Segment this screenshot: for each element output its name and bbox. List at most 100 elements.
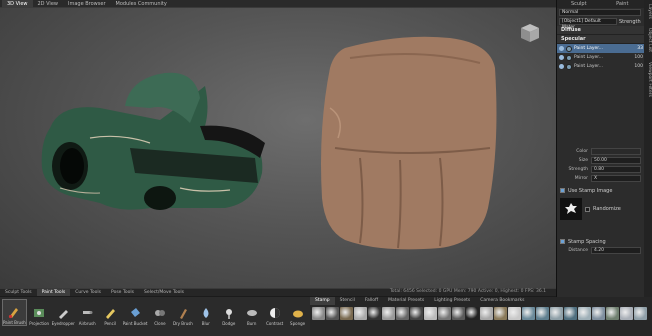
tool-sponge[interactable]: Sponge [287,299,308,326]
tab-select-move-tools[interactable]: Select/Move Tools [139,289,189,296]
stamp-tray: Stamp Stencil Falloff Material Presets Light… [310,297,652,336]
tab-curve-tools[interactable]: Curve Tools [70,289,106,296]
stamp-thumbnail[interactable] [564,307,577,320]
stamp-thumbnail[interactable] [634,307,647,320]
stamp-thumbnail[interactable] [606,307,619,320]
viewport-scene[interactable] [0,8,556,288]
stamp-thumbnail[interactable] [368,307,381,320]
stamp-thumbnail[interactable] [522,307,535,320]
layer-opacity[interactable]: 33 [634,46,644,51]
tool-paint-brush[interactable]: Paint Brush [2,299,27,326]
tool-contrast[interactable]: Contrast [264,299,285,326]
vtab-layers[interactable]: Layers [644,4,652,19]
vertical-tab-strip: Layers Object List Viewport Filters [644,0,652,336]
stamp-thumbnail[interactable] [396,307,409,320]
tool-eyedropper[interactable]: Eyedropper [52,299,75,326]
stamp-spacing-checkbox[interactable] [560,239,565,244]
stamp-thumbnail[interactable] [438,307,451,320]
stamp-thumbnail[interactable] [550,307,563,320]
layer-row[interactable]: Paint Layer... 100 [557,62,644,71]
tab-pose-tools[interactable]: Pose Tools [106,289,139,296]
tool-projection[interactable]: Projection [29,299,50,326]
tab-paint[interactable]: Paint [601,0,645,8]
stamp-thumbnail[interactable] [410,307,423,320]
use-stamp-checkbox[interactable] [560,188,565,193]
tab-falloff[interactable]: Falloff [360,297,383,305]
stamp-thumbnail[interactable] [592,307,605,320]
stamp-thumbnail[interactable] [494,307,507,320]
tool-pencil[interactable]: Pencil [100,299,121,326]
stamp-thumbnail[interactable] [466,307,479,320]
tool-dry-brush[interactable]: Dry Brush [172,299,193,326]
stamp-thumbnail[interactable] [354,307,367,320]
tool-label: Paint Brush [3,320,26,325]
stamp-thumbnail[interactable] [424,307,437,320]
stamp-thumbnail[interactable] [536,307,549,320]
visibility-icon[interactable] [559,46,564,51]
stamp-thumbnail[interactable] [382,307,395,320]
projection-icon [32,306,46,320]
burn-icon [245,306,259,320]
tool-burn[interactable]: Burn [241,299,262,326]
tool-paint-bucket[interactable]: Paint Bucket [123,299,147,326]
tool-blur[interactable]: Blur [195,299,216,326]
tool-label: Dodge [222,321,236,326]
stamp-thumbnail[interactable] [480,307,493,320]
object-material-field[interactable]: [Object1] Default Mater [559,18,617,30]
distance-field[interactable]: 4.20 [591,247,641,254]
tool-dodge[interactable]: Dodge [218,299,239,326]
stamp-thumbnail[interactable] [578,307,591,320]
pencil-icon [103,306,117,320]
stamp-thumbnail[interactable] [326,307,339,320]
randomize-checkbox[interactable] [585,206,590,212]
airbrush-icon [80,306,94,320]
tab-stencil[interactable]: Stencil [335,297,360,305]
color-swatch[interactable] [591,148,641,155]
vtab-viewport-filters[interactable]: Viewport Filters [644,62,652,97]
tab-sculpt[interactable]: Sculpt [557,0,601,8]
menu-tab-modules-community[interactable]: Modules Community [111,0,172,8]
menu-tab-image-browser[interactable]: Image Browser [63,0,111,8]
tab-lighting-presets[interactable]: Lighting Presets [429,297,475,305]
strength-field[interactable]: 0.80 [591,166,641,173]
layer-name: Paint Layer... [574,64,603,69]
blur-icon [199,306,213,320]
size-field[interactable]: 50.00 [591,157,641,164]
vtab-object-list[interactable]: Object List [644,28,652,52]
stamp-thumbnail[interactable] [508,307,521,320]
stamp-thumbnail[interactable] [620,307,633,320]
stamp-grid [310,305,652,322]
tab-material-presets[interactable]: Material Presets [383,297,429,305]
menu-tab-3d-view[interactable]: 3D View [2,0,33,8]
group-diffuse[interactable]: Diffuse [557,26,644,35]
clone-icon [153,306,167,320]
layer-row[interactable]: Paint Layer... 33 [557,44,644,53]
properties-panel: Sculpt Paint Normal [Object1] Default Ma… [556,0,644,336]
tab-camera-bookmarks[interactable]: Camera Bookmarks [475,297,529,305]
tool-clone[interactable]: Clone [149,299,170,326]
paint-bucket-icon [128,306,142,320]
blend-mode-dropdown[interactable]: Normal [559,9,641,16]
stamp-thumbnail[interactable] [312,307,325,320]
tab-paint-tools[interactable]: Paint Tools [36,289,71,296]
tool-label: Clone [154,321,166,326]
group-specular[interactable]: Specular [557,35,644,44]
strength-column-label: Strength [619,18,641,25]
layer-opacity[interactable]: 100 [634,64,644,69]
tab-stamp[interactable]: Stamp [310,297,335,305]
stamp-thumbnail[interactable] [452,307,465,320]
view-cube-icon[interactable] [519,22,541,44]
layer-opacity[interactable]: 100 [634,55,644,60]
tool-label: Eyedropper [51,321,75,326]
visibility-icon[interactable] [559,64,564,69]
visibility-icon[interactable] [559,55,564,60]
tab-sculpt-tools[interactable]: Sculpt Tools [0,289,37,296]
stamp-thumbnail[interactable] [340,307,353,320]
mirror-dropdown[interactable]: X [591,175,641,182]
menu-tab-2d-view[interactable]: 2D View [33,0,64,8]
layer-row[interactable]: Paint Layer... 100 [557,53,644,62]
tool-airbrush[interactable]: Airbrush [77,299,98,326]
stamp-preview[interactable] [560,198,582,220]
stamp-splat-icon [565,203,577,214]
viewport-3d[interactable] [0,8,556,288]
